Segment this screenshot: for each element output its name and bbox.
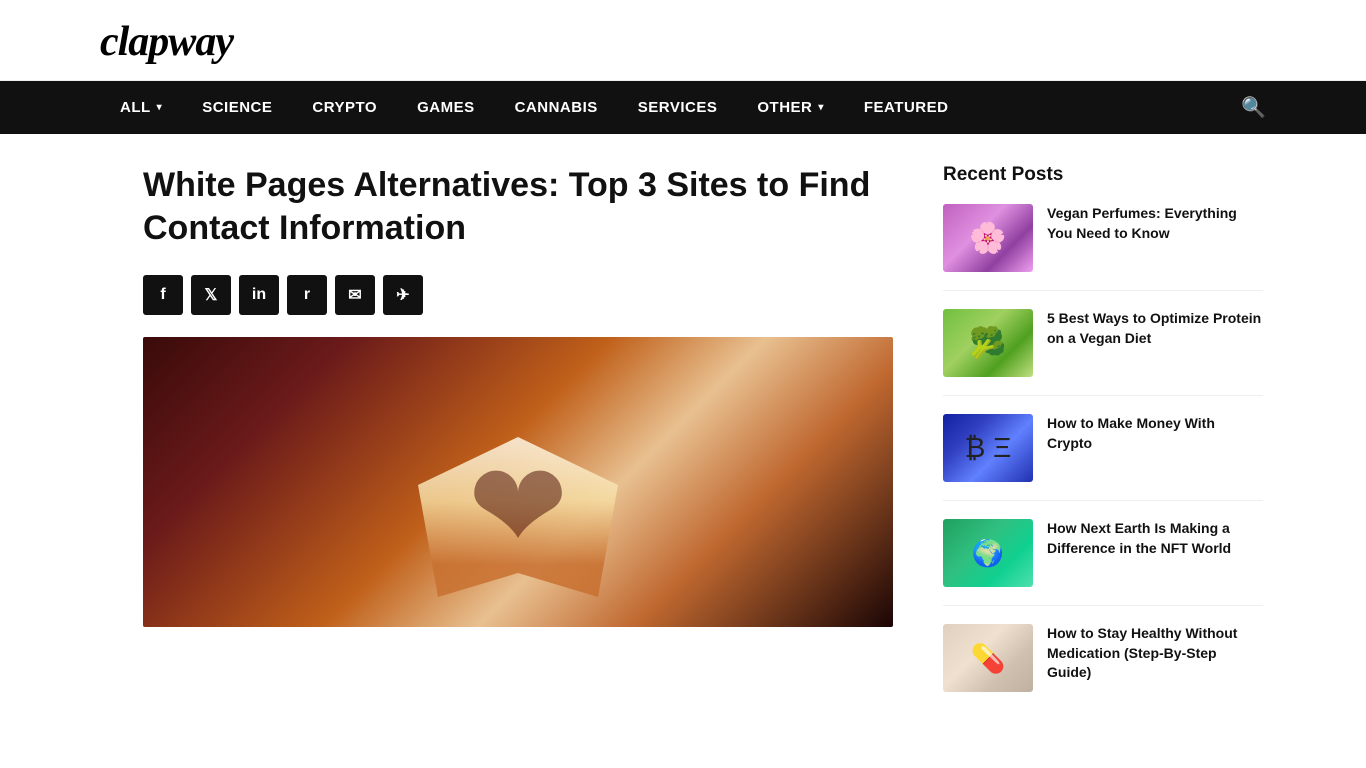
recent-post-stay-healthy: 💊 How to Stay Healthy Without Medication… — [943, 624, 1263, 710]
linkedin-share-button[interactable]: in — [239, 275, 279, 315]
all-chevron-icon: ▾ — [157, 102, 163, 113]
recent-post-vegan-perfumes: 🌸 Vegan Perfumes: Everything You Need to… — [943, 204, 1263, 291]
nav-item-science[interactable]: SCIENCE — [182, 81, 292, 134]
other-chevron-icon: ▾ — [818, 102, 824, 113]
vegan-perfumes-title[interactable]: Vegan Perfumes: Everything You Need to K… — [1047, 204, 1263, 243]
next-earth-title[interactable]: How Next Earth Is Making a Difference in… — [1047, 519, 1263, 558]
site-logo[interactable]: clapway — [100, 18, 1266, 66]
twitter-share-button[interactable]: 𝕏 — [191, 275, 231, 315]
article-content: White Pages Alternatives: Top 3 Sites to… — [143, 164, 893, 728]
nav-items: ALL ▾ SCIENCE CRYPTO GAMES CANNABIS SERV… — [100, 81, 968, 134]
crypto-thumbnail: ₿ Ξ — [943, 414, 1033, 482]
recent-post-next-earth: 🌍 How Next Earth Is Making a Difference … — [943, 519, 1263, 606]
recent-posts-heading: Recent Posts — [943, 164, 1263, 186]
recent-post-optimize-protein: 🥦 5 Best Ways to Optimize Protein on a V… — [943, 309, 1263, 396]
vegan-perfumes-thumbnail: 🌸 — [943, 204, 1033, 272]
nav-item-cannabis[interactable]: CANNABIS — [495, 81, 618, 134]
nav-item-crypto[interactable]: CRYPTO — [292, 81, 397, 134]
facebook-share-button[interactable]: f — [143, 275, 183, 315]
stay-healthy-title[interactable]: How to Stay Healthy Without Medication (… — [1047, 624, 1263, 683]
nav-item-all[interactable]: ALL ▾ — [100, 81, 182, 134]
nav-item-services[interactable]: SERVICES — [618, 81, 738, 134]
main-container: White Pages Alternatives: Top 3 Sites to… — [43, 134, 1323, 758]
recent-post-crypto: ₿ Ξ How to Make Money With Crypto — [943, 414, 1263, 501]
reddit-share-button[interactable]: r — [287, 275, 327, 315]
header: clapway — [0, 0, 1366, 81]
crypto-title[interactable]: How to Make Money With Crypto — [1047, 414, 1263, 453]
stay-healthy-thumbnail: 💊 — [943, 624, 1033, 692]
nav-item-other[interactable]: OTHER ▾ — [737, 81, 844, 134]
nav-item-featured[interactable]: FEATURED — [844, 81, 969, 134]
article-featured-image — [143, 337, 893, 627]
telegram-share-button[interactable]: ✈ — [383, 275, 423, 315]
search-icon[interactable]: 🔍 — [1241, 81, 1266, 134]
navbar: ALL ▾ SCIENCE CRYPTO GAMES CANNABIS SERV… — [0, 81, 1366, 134]
optimize-protein-title[interactable]: 5 Best Ways to Optimize Protein on a Veg… — [1047, 309, 1263, 348]
nav-item-games[interactable]: GAMES — [397, 81, 495, 134]
share-buttons: f 𝕏 in r ✉ ✈ — [143, 275, 893, 315]
optimize-protein-thumbnail: 🥦 — [943, 309, 1033, 377]
next-earth-thumbnail: 🌍 — [943, 519, 1033, 587]
article-title: White Pages Alternatives: Top 3 Sites to… — [143, 164, 893, 249]
sidebar: Recent Posts 🌸 Vegan Perfumes: Everythin… — [943, 164, 1263, 728]
email-share-button[interactable]: ✉ — [335, 275, 375, 315]
